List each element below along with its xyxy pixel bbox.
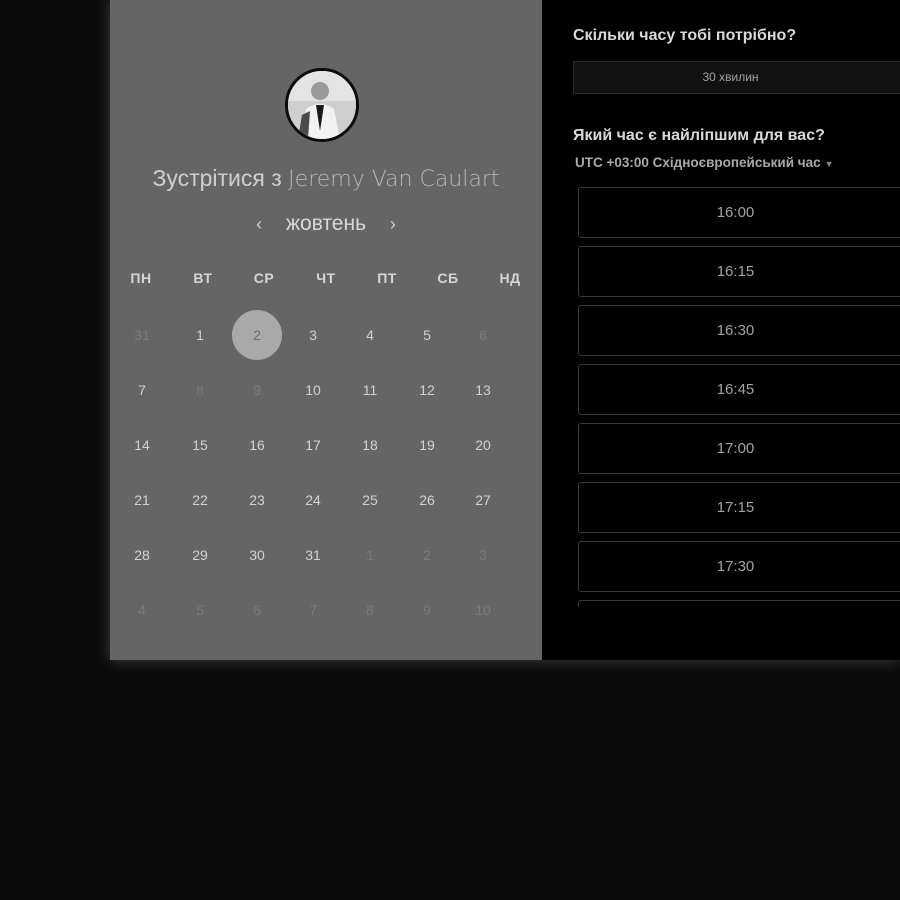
- calendar-day[interactable]: 24: [288, 475, 338, 525]
- calendar-panel: Зустрітися з Jeremy Van Caulart ‹ жовтен…: [110, 0, 542, 660]
- calendar-day[interactable]: 29: [175, 530, 225, 580]
- time-slot-button[interactable]: 17:30: [578, 541, 900, 592]
- calendar-day[interactable]: 4: [345, 310, 395, 360]
- calendar-day: 8: [366, 602, 374, 618]
- time-slot-button[interactable]: 16:45: [578, 364, 900, 415]
- calendar-day[interactable]: 19: [402, 420, 452, 470]
- calendar-day: 1: [366, 547, 374, 563]
- calendar-day[interactable]: 23: [232, 475, 282, 525]
- time-slot-button[interactable]: 16:15: [578, 246, 900, 297]
- calendar-day: 2: [423, 547, 431, 563]
- time-slot-button[interactable]: 16:30: [578, 305, 900, 356]
- calendar-day[interactable]: 27: [458, 475, 508, 525]
- duration-question: Скільки часу тобі потрібно?: [573, 27, 797, 44]
- calendar-day[interactable]: 13: [458, 365, 508, 415]
- calendar-day[interactable]: 31: [288, 530, 338, 580]
- time-slot-button[interactable]: 17:00: [578, 423, 900, 474]
- calendar-day[interactable]: 3: [288, 310, 338, 360]
- calendar-day[interactable]: 21: [117, 475, 167, 525]
- calendar-day[interactable]: 5: [402, 310, 452, 360]
- timezone-label: UTC +03:00 Східноєвропейський час: [575, 155, 821, 170]
- calendar-day: 4: [138, 602, 146, 618]
- calendar-day: 6: [479, 327, 487, 343]
- time-slot-list: 16:00 16:15 16:30 16:45 17:00 17:15 17:30: [578, 187, 900, 607]
- time-slot-button[interactable]: 16:00: [578, 187, 900, 238]
- calendar-day: 8: [196, 382, 204, 398]
- calendar-day: 31: [134, 327, 150, 343]
- calendar-day: 9: [423, 602, 431, 618]
- timezone-selector[interactable]: UTC +03:00 Східноєвропейський час ▼: [575, 155, 834, 170]
- calendar-day: 7: [309, 602, 317, 618]
- duration-select[interactable]: 30 хвилин: [573, 61, 900, 94]
- calendar-grid: 31 1 2 3 4 5 6 7 8 9 10 11 12 13 14 15 16 17 18 19 20 21 22 23 2…: [110, 0, 542, 660]
- calendar-day[interactable]: 14: [117, 420, 167, 470]
- time-slot-button[interactable]: 17:15: [578, 482, 900, 533]
- calendar-day[interactable]: 17: [288, 420, 338, 470]
- calendar-day-selected[interactable]: 2: [232, 310, 282, 360]
- time-slot-button[interactable]: [578, 600, 900, 607]
- time-question: Який час є найліпшим для вас?: [573, 127, 825, 144]
- calendar-day[interactable]: 26: [402, 475, 452, 525]
- time-panel: Скільки часу тобі потрібно? 30 хвилин Як…: [542, 0, 900, 660]
- calendar-day[interactable]: 1: [175, 310, 225, 360]
- calendar-day[interactable]: 16: [232, 420, 282, 470]
- caret-down-icon: ▼: [824, 159, 834, 169]
- calendar-day: 9: [253, 382, 261, 398]
- calendar-day: 6: [253, 602, 261, 618]
- calendar-day[interactable]: 7: [117, 365, 167, 415]
- calendar-day[interactable]: 20: [458, 420, 508, 470]
- booking-widget: Зустрітися з Jeremy Van Caulart ‹ жовтен…: [110, 0, 900, 660]
- calendar-day[interactable]: 11: [345, 365, 395, 415]
- calendar-day: 10: [475, 602, 491, 618]
- calendar-day[interactable]: 12: [402, 365, 452, 415]
- calendar-day[interactable]: 25: [345, 475, 395, 525]
- calendar-day[interactable]: 30: [232, 530, 282, 580]
- calendar-day[interactable]: 22: [175, 475, 225, 525]
- calendar-day[interactable]: 15: [175, 420, 225, 470]
- calendar-day[interactable]: 28: [117, 530, 167, 580]
- calendar-day[interactable]: 18: [345, 420, 395, 470]
- calendar-day[interactable]: 10: [288, 365, 338, 415]
- calendar-day: 5: [196, 602, 204, 618]
- calendar-day: 3: [479, 547, 487, 563]
